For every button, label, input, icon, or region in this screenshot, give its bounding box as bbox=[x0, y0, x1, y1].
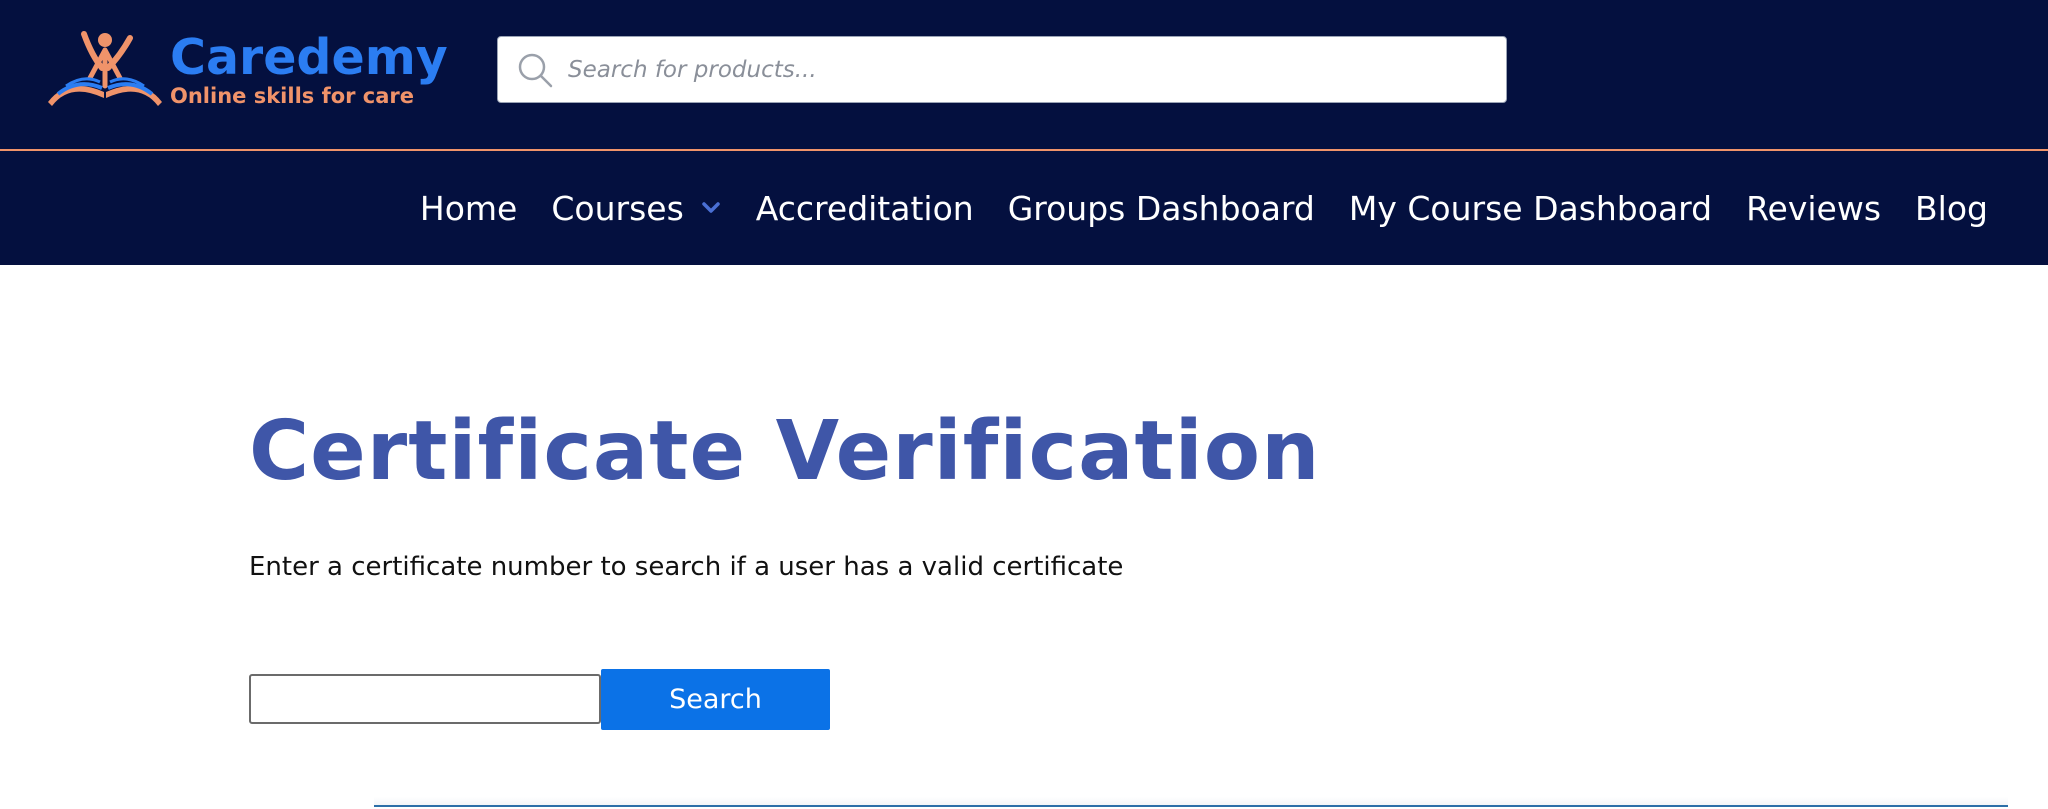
product-search-box[interactable] bbox=[497, 36, 1507, 103]
product-search-input[interactable] bbox=[566, 37, 1506, 102]
nav-item-groups-dashboard[interactable]: Groups Dashboard bbox=[1008, 189, 1315, 228]
nav-item-label: Reviews bbox=[1746, 188, 1882, 228]
chevron-down-icon[interactable] bbox=[700, 197, 722, 219]
nav-item-reviews[interactable]: Reviews bbox=[1746, 189, 1881, 228]
nav-item-courses[interactable]: Courses bbox=[551, 189, 721, 228]
page-description: Enter a certificate number to search if … bbox=[249, 552, 1124, 582]
nav-item-home[interactable]: Home bbox=[420, 189, 517, 228]
nav-item-blog[interactable]: Blog bbox=[1915, 189, 1988, 228]
nav-item-label: My Course Dashboard bbox=[1348, 188, 1713, 228]
nav-item-accreditation[interactable]: Accreditation bbox=[756, 189, 974, 228]
search-icon bbox=[518, 53, 553, 87]
certificate-search-button[interactable]: Search bbox=[601, 669, 830, 730]
nav-item-label: Accreditation bbox=[755, 188, 974, 228]
brand-name: Caredemy bbox=[170, 29, 448, 86]
nav-item-my-course-dashboard[interactable]: My Course Dashboard bbox=[1349, 189, 1712, 228]
main-navigation: Home Courses Accreditation Groups Dashbo… bbox=[420, 151, 1988, 265]
content-section-shadow bbox=[374, 797, 2008, 805]
certificate-number-input[interactable] bbox=[249, 674, 601, 724]
nav-item-label: Groups Dashboard bbox=[1007, 188, 1315, 228]
nav-item-label: Blog bbox=[1915, 188, 1988, 228]
content-divider bbox=[374, 805, 2008, 807]
logo-text: Caredemy Online skills for care bbox=[170, 29, 448, 109]
page-title: Certificate Verification bbox=[249, 404, 1321, 499]
open-book-person-logo-icon bbox=[48, 31, 162, 106]
brand-tagline: Online skills for care bbox=[170, 84, 415, 108]
nav-item-label: Home bbox=[419, 188, 518, 228]
site-logo[interactable]: Caredemy Online skills for care bbox=[44, 28, 464, 112]
nav-item-label: Courses bbox=[551, 188, 684, 228]
